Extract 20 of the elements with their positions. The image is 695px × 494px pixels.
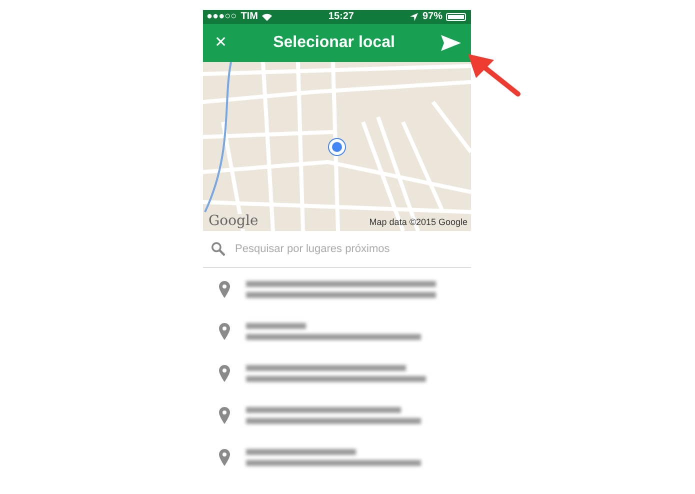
map-pin-icon [218, 406, 230, 424]
map-view[interactable]: Google Map data ©2015 Google [202, 62, 470, 231]
screen-title: Selecionar local [273, 33, 395, 53]
signal-icon: ●●●○○ [206, 10, 237, 24]
clock-text: 15:27 [328, 10, 354, 24]
search-icon [210, 241, 226, 257]
map-attribution: Map data ©2015 Google [369, 216, 468, 229]
send-icon [440, 34, 460, 51]
map-pin-icon [218, 364, 230, 382]
location-dot-icon [328, 139, 344, 155]
battery-text: 97% [422, 10, 442, 24]
map-pin-icon [218, 448, 230, 466]
map-logo-text: Google [206, 214, 260, 229]
battery-icon [446, 13, 466, 21]
search-field[interactable]: Pesquisar por lugares próximos [233, 240, 462, 258]
map-pin-icon [218, 322, 230, 340]
wifi-icon [262, 13, 272, 21]
map-pin-icon [218, 280, 230, 298]
location-arrow-icon [410, 13, 418, 21]
carrier-text: TIM [240, 10, 258, 24]
